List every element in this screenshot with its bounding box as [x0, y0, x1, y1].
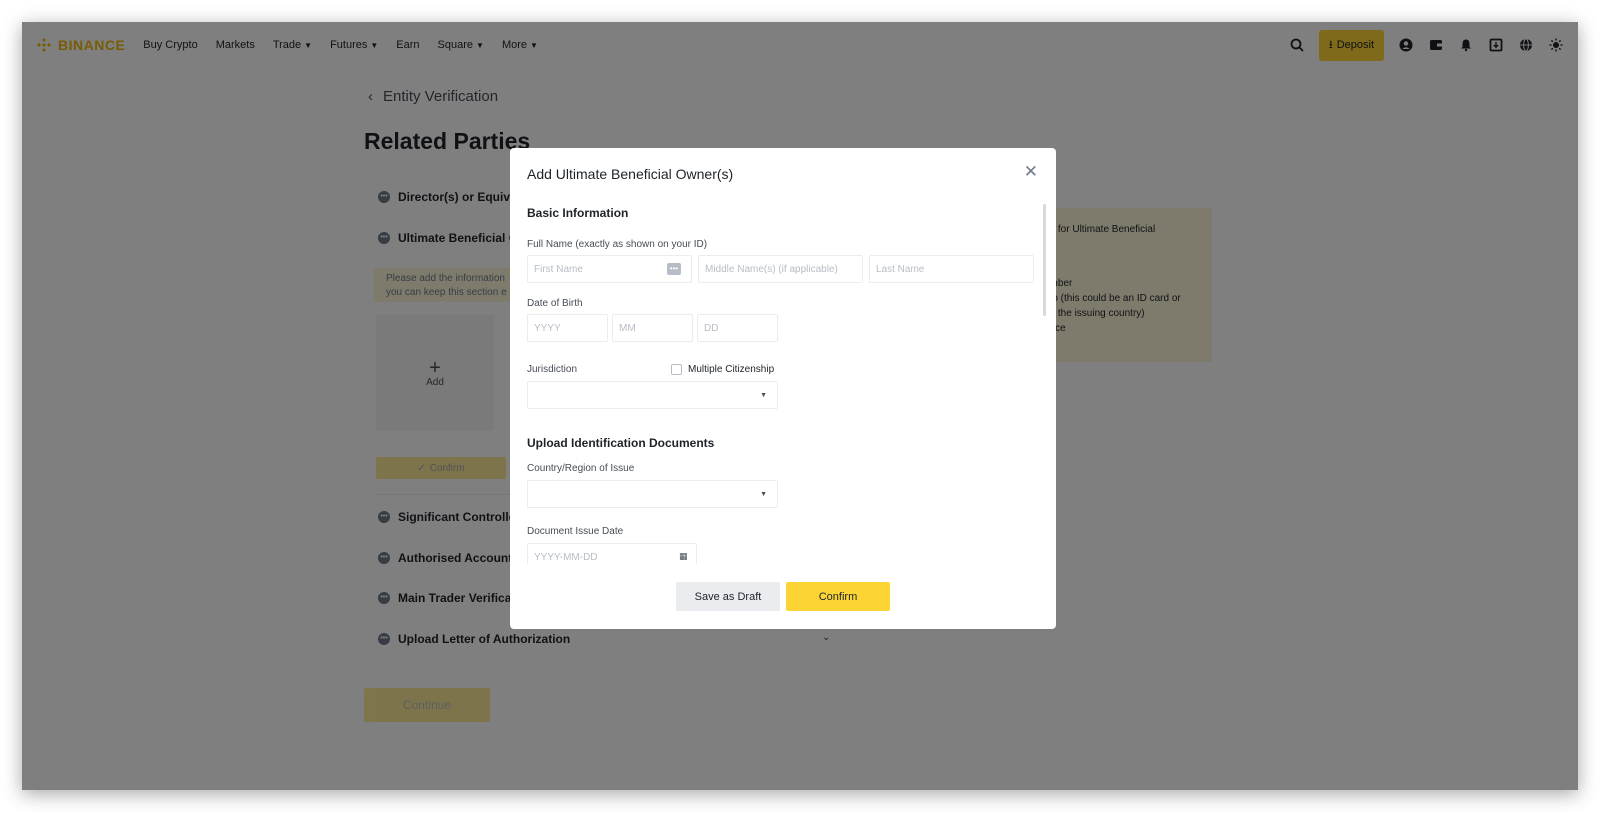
modal-scrollbar[interactable] — [1043, 204, 1046, 316]
dob-label: Date of Birth — [527, 298, 583, 309]
caret-down-icon: ▼ — [760, 391, 767, 399]
calendar-icon[interactable]: ▦ — [679, 551, 688, 562]
dob-month-input[interactable]: MM — [612, 314, 693, 342]
full-name-label: Full Name (exactly as shown on your ID) — [527, 239, 708, 250]
country-issue-select[interactable]: ▼ — [527, 480, 778, 508]
close-icon[interactable]: ✕ — [1024, 162, 1038, 182]
basic-info-heading: Basic Information — [527, 206, 629, 220]
multiple-citizenship-label: Multiple Citizenship — [688, 364, 775, 375]
jurisdiction-label: Jurisdiction — [527, 364, 578, 375]
doc-issue-date-input[interactable]: YYYY-MM-DD — [527, 543, 697, 564]
app-window: BINANCE Buy Crypto Markets Trade▼ Future… — [22, 22, 1578, 790]
add-ubo-modal: Add Ultimate Beneficial Owner(s) ✕ Basic… — [510, 148, 1056, 629]
save-as-draft-button[interactable]: Save as Draft — [676, 582, 780, 611]
last-name-input[interactable]: Last Name — [869, 255, 1034, 283]
modal-title: Add Ultimate Beneficial Owner(s) — [527, 166, 734, 182]
country-issue-label: Country/Region of Issue — [527, 463, 635, 474]
multiple-citizenship-checkbox[interactable] — [671, 364, 682, 375]
jurisdiction-select[interactable]: ▼ — [527, 381, 778, 409]
doc-issue-date-label: Document Issue Date — [527, 526, 624, 537]
middle-name-input[interactable]: Middle Name(s) (if applicable) — [698, 255, 863, 283]
password-manager-icon[interactable]: ••• — [667, 263, 681, 275]
caret-down-icon: ▼ — [760, 490, 767, 498]
upload-docs-heading: Upload Identification Documents — [527, 436, 715, 450]
confirm-button[interactable]: Confirm — [786, 582, 890, 611]
dob-year-input[interactable]: YYYY — [527, 314, 608, 342]
dob-day-input[interactable]: DD — [697, 314, 778, 342]
modal-form-body[interactable]: Basic Information Full Name (exactly as … — [527, 204, 1039, 564]
